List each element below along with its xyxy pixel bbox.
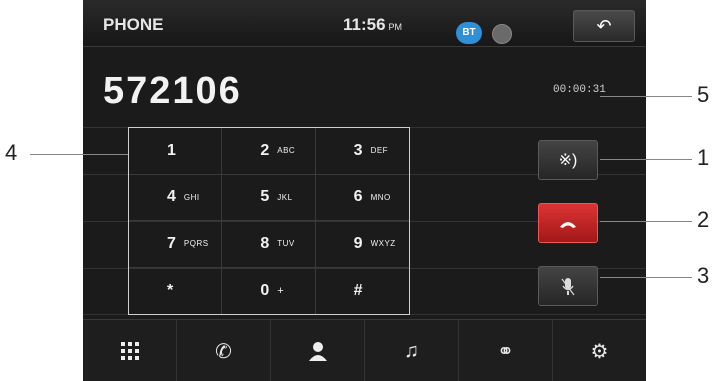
link-icon: ⚭ — [497, 340, 514, 363]
key-2[interactable]: 2 ABC — [222, 128, 316, 175]
key-letters: MNO — [370, 192, 391, 202]
key-digit: 9 — [353, 234, 363, 252]
key-digit: 2 — [260, 141, 270, 159]
key-letters: PQRS — [183, 239, 209, 249]
key-letters: ABC — [277, 146, 296, 156]
status-bar: PHONE 11:56 PM BT ↶ — [83, 0, 646, 47]
nav-keypad[interactable] — [83, 320, 177, 381]
nav-link[interactable]: ⚭ — [459, 320, 553, 381]
phone-screen: PHONE 11:56 PM BT ↶ 572106 00:00:31 1 2 AB… — [83, 0, 646, 381]
callout-line-3 — [600, 277, 692, 278]
bluetooth-audio-icon: ※) — [558, 152, 578, 169]
key-digit: 6 — [353, 188, 363, 206]
status-indicator-icon — [492, 24, 512, 44]
nav-settings[interactable]: ⚙ — [553, 320, 646, 381]
bottom-navigation: ✆ ♫ ⚭ ⚙ — [83, 319, 646, 381]
settings-gear-icon: ⚙ — [590, 340, 609, 363]
end-call-icon — [560, 221, 576, 228]
bluetooth-status-badge: BT — [456, 22, 482, 44]
key-digit: * — [167, 281, 174, 299]
callout-line-1 — [600, 159, 692, 160]
key-letters: DEF — [370, 146, 389, 156]
call-timer: 00:00:31 — [553, 84, 606, 96]
callout-1: 1 — [697, 145, 710, 170]
key-digit: 8 — [260, 234, 270, 252]
bluetooth-audio-button[interactable]: ※) — [538, 140, 598, 180]
key-digit: 7 — [167, 234, 176, 252]
key-digit: 5 — [260, 188, 270, 206]
back-arrow-icon: ↶ — [596, 16, 612, 36]
key-letters: JKL — [277, 192, 293, 202]
callout-5: 5 — [697, 82, 710, 107]
key-digit: 1 — [167, 141, 176, 159]
nav-music[interactable]: ♫ — [365, 320, 459, 381]
key-7[interactable]: 7 PQRS — [129, 221, 223, 268]
clock-ampm: PM — [388, 22, 403, 32]
callout-2: 2 — [697, 207, 710, 232]
clock: 11:56 PM — [343, 15, 402, 35]
key-0[interactable]: 0 + — [222, 267, 316, 314]
callout-line-4 — [30, 154, 128, 155]
back-button[interactable]: ↶ — [573, 10, 635, 42]
clock-time: 11:56 — [343, 15, 386, 34]
callout-4: 4 — [5, 140, 18, 165]
keypad-grid-icon — [120, 342, 139, 360]
key-8[interactable]: 8 TUV — [222, 221, 316, 268]
nav-call-history[interactable]: ✆ — [177, 320, 271, 381]
mic-mute-icon — [561, 277, 575, 296]
key-digit: 0 — [260, 281, 270, 299]
key-4[interactable]: 4 GHI — [129, 174, 223, 221]
dial-keypad: 1 2 ABC 3 DEF 4 GHI 5 JKL 6 MNO 7 PQRS 8 TUV 9W… — [128, 127, 410, 315]
key-star[interactable]: * — [129, 267, 223, 314]
nav-contacts[interactable] — [271, 320, 365, 381]
key-letters: WXYZ — [370, 239, 396, 249]
music-icon: ♫ — [404, 339, 419, 362]
app-title: PHONE — [103, 15, 164, 34]
key-3[interactable]: 3 DEF — [315, 128, 409, 175]
key-letters: TUV — [277, 239, 295, 249]
end-call-button[interactable] — [538, 203, 598, 243]
callout-3: 3 — [697, 263, 710, 288]
key-5[interactable]: 5 JKL — [222, 174, 316, 221]
callout-line-2 — [600, 221, 692, 222]
key-digit: 3 — [353, 141, 363, 159]
mic-mute-button[interactable] — [538, 266, 598, 306]
key-1[interactable]: 1 — [129, 128, 223, 175]
key-letters: GHI — [183, 192, 200, 202]
dialed-number: 572106 — [103, 70, 242, 112]
callout-line-5 — [600, 96, 692, 97]
key-6[interactable]: 6 MNO — [315, 175, 409, 221]
contacts-icon — [308, 342, 327, 361]
key-letters: + — [277, 284, 285, 297]
key-9[interactable]: 9 WXYZ — [315, 221, 409, 268]
key-hash[interactable]: # — [316, 268, 409, 315]
key-digit: # — [353, 281, 363, 299]
call-history-icon: ✆ — [215, 340, 232, 363]
key-digit: 4 — [167, 188, 176, 206]
